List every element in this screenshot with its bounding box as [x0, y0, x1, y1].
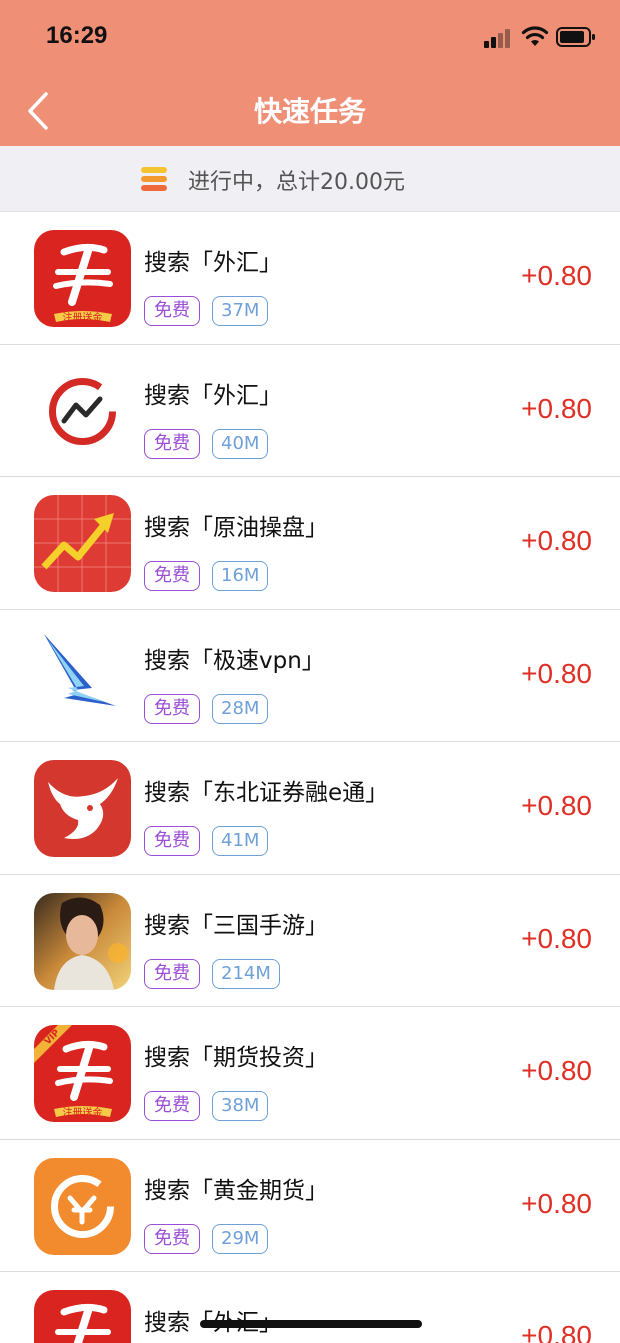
status-bar: 16:29	[0, 0, 620, 78]
gold-futures-icon	[34, 1157, 131, 1255]
coin-stack-icon	[141, 167, 167, 191]
task-title: 搜索「原油操盘」	[144, 515, 328, 541]
size-tag: 29M	[212, 1223, 269, 1254]
futures-vip-icon: VIP 注册送金	[34, 1025, 131, 1122]
reward-amount: +0.80	[521, 1055, 592, 1086]
task-row[interactable]: 搜索「外汇」 +0.80	[0, 1272, 620, 1343]
summary-banner: 进行中，总计20.00元	[0, 146, 620, 212]
size-tag: 40M	[212, 428, 269, 459]
size-tag: 28M	[212, 693, 269, 724]
task-title: 搜索「外汇」	[144, 250, 282, 276]
register-gift-badge: 注册送金	[63, 311, 103, 324]
free-tag: 免费	[144, 958, 200, 989]
task-title: 搜索「期货投资」	[144, 1045, 328, 1071]
three-kingdoms-game-icon	[34, 892, 131, 990]
crude-oil-trend-icon	[34, 495, 131, 592]
chevron-left-icon	[28, 92, 48, 130]
free-tag: 免费	[144, 1091, 200, 1121]
task-row[interactable]: 搜索「东北证券融e通」 免费 41M +0.80	[0, 742, 620, 875]
size-tag: 41M	[212, 826, 269, 856]
reward-amount: +0.80	[521, 922, 592, 954]
task-title: 搜索「外汇」	[144, 382, 282, 409]
reward-amount: +0.80	[521, 525, 592, 556]
task-title: 搜索「极速vpn」	[144, 647, 325, 674]
task-row[interactable]: 注册送金 搜索「外汇」 免费 37M +0.80	[0, 212, 620, 345]
reward-amount: +0.80	[521, 790, 592, 821]
task-title: 搜索「黄金期货」	[144, 1177, 328, 1204]
task-row[interactable]: 搜索「外汇」 免费 40M +0.80	[0, 344, 620, 477]
status-time: 16:29	[46, 22, 108, 49]
forex-red-icon	[34, 1290, 131, 1343]
forex-chart-circle-icon	[34, 362, 131, 460]
navigation-bar: 快速任务	[0, 78, 620, 146]
free-tag: 免费	[144, 826, 200, 856]
task-row[interactable]: VIP 注册送金 搜索「期货投资」 免费 38M +0.80	[0, 1007, 620, 1140]
task-title: 搜索「东北证券融e通」	[144, 780, 389, 806]
free-tag: 免费	[144, 1223, 200, 1254]
reward-amount: +0.80	[521, 1320, 592, 1343]
task-row[interactable]: 搜索「三国手游」 免费 214M +0.80	[0, 874, 620, 1007]
forex-red-icon: 注册送金	[34, 230, 131, 327]
reward-amount: +0.80	[521, 1187, 592, 1219]
reward-amount: +0.80	[521, 657, 592, 689]
lightning-vpn-icon	[34, 627, 131, 725]
task-row[interactable]: 搜索「黄金期货」 免费 29M +0.80	[0, 1139, 620, 1272]
task-row[interactable]: 搜索「原油操盘」 免费 16M +0.80	[0, 477, 620, 610]
size-tag: 37M	[212, 296, 269, 326]
task-row[interactable]: 搜索「极速vpn」 免费 28M +0.80	[0, 609, 620, 742]
size-tag: 214M	[212, 958, 280, 989]
reward-amount: +0.80	[521, 392, 592, 424]
wifi-icon	[521, 26, 549, 46]
summary-text: 进行中，总计20.00元	[188, 170, 405, 195]
free-tag: 免费	[144, 561, 200, 591]
bull-securities-icon	[34, 760, 131, 857]
reward-amount: +0.80	[521, 260, 592, 291]
size-tag: 38M	[212, 1091, 269, 1121]
free-tag: 免费	[144, 693, 200, 724]
back-button[interactable]	[20, 88, 60, 134]
size-tag: 16M	[212, 561, 269, 591]
page-title: 快速任务	[253, 95, 366, 128]
free-tag: 免费	[144, 296, 200, 326]
register-gift-badge: 注册送金	[63, 1106, 103, 1119]
free-tag: 免费	[144, 428, 200, 459]
task-list: 注册送金 搜索「外汇」 免费 37M +0.80 搜索「外汇」 免费 40M +…	[0, 212, 620, 1343]
header-bar: 16:29 快速任务	[0, 0, 620, 146]
home-indicator[interactable]	[200, 1320, 422, 1328]
task-title: 搜索「三国手游」	[144, 912, 328, 939]
battery-icon	[556, 27, 595, 47]
cellular-signal-icon	[484, 28, 514, 48]
